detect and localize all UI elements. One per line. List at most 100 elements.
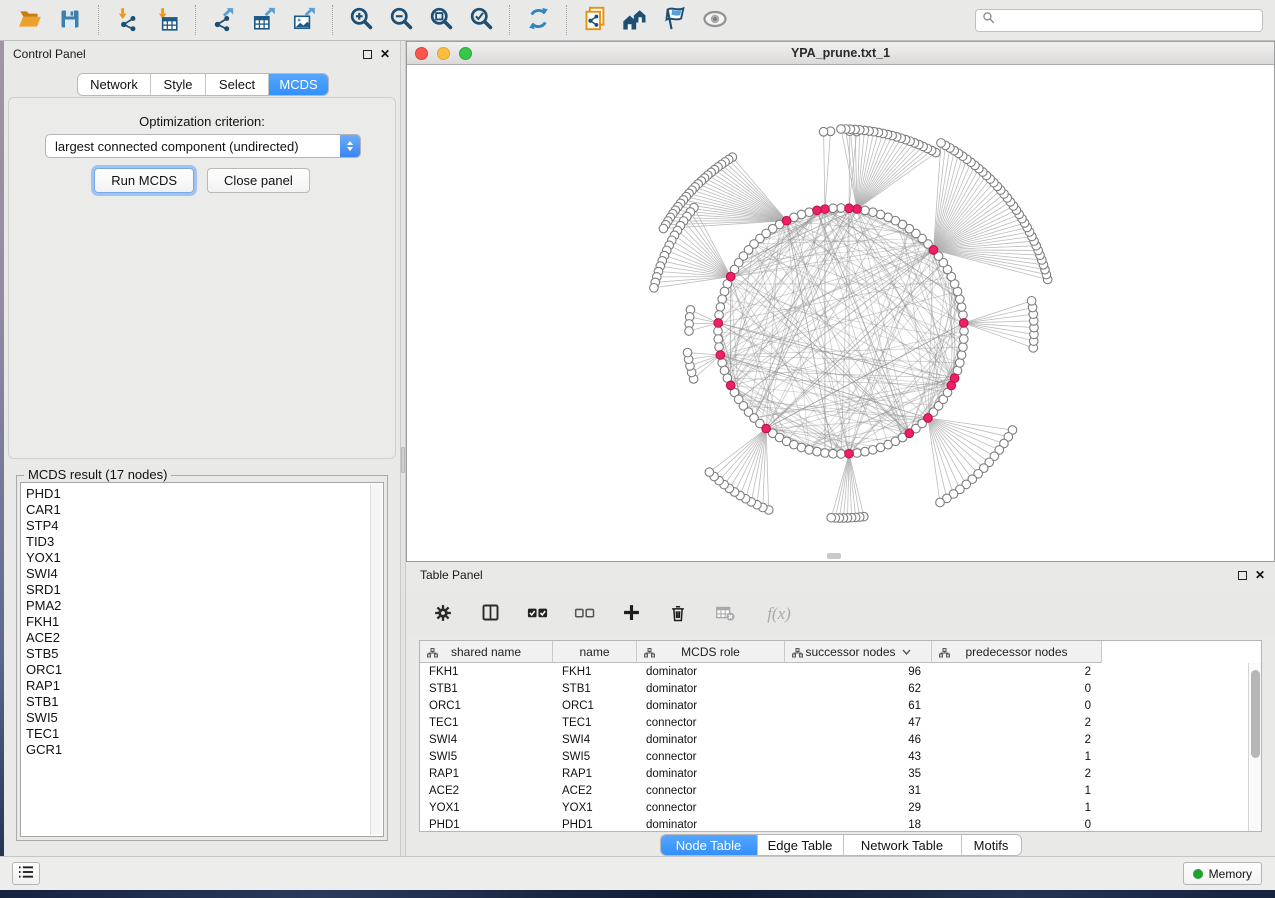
tab-network[interactable]: Network bbox=[78, 74, 151, 95]
graph-node-mcds[interactable] bbox=[845, 449, 854, 458]
hide-panels-button[interactable] bbox=[12, 862, 40, 885]
graph-node[interactable] bbox=[837, 125, 846, 134]
show-column-button[interactable] bbox=[477, 601, 503, 627]
table-cell[interactable]: FKH1 bbox=[553, 666, 637, 678]
save-session-button[interactable] bbox=[53, 3, 87, 37]
table-row[interactable]: YOX1YOX1connector291 bbox=[420, 799, 1247, 816]
graph-node-mcds[interactable] bbox=[813, 206, 822, 215]
list-scrollbar[interactable] bbox=[370, 484, 382, 835]
criterion-select[interactable]: largest connected component (undirected) bbox=[45, 134, 361, 158]
table-cell[interactable]: RAP1 bbox=[420, 768, 553, 780]
table-cell[interactable]: dominator bbox=[637, 666, 785, 678]
memory-button[interactable]: Memory bbox=[1183, 862, 1262, 885]
delete-columns-button[interactable] bbox=[665, 601, 691, 627]
create-column-button[interactable] bbox=[618, 601, 644, 627]
tab-mcds[interactable]: MCDS bbox=[269, 74, 328, 95]
table-cell[interactable]: 1 bbox=[932, 751, 1102, 763]
table-cell[interactable]: ORC1 bbox=[420, 700, 553, 712]
mcds-result-item[interactable]: TEC1 bbox=[26, 726, 383, 742]
table-cell[interactable]: 2 bbox=[932, 734, 1102, 746]
mcds-result-item[interactable]: STP4 bbox=[26, 518, 383, 534]
zoom-in-button[interactable] bbox=[344, 3, 378, 37]
search-input[interactable] bbox=[1000, 12, 1256, 28]
zoom-fit-button[interactable] bbox=[424, 3, 458, 37]
table-cell[interactable]: dominator bbox=[637, 819, 785, 831]
table-cell[interactable]: SWI4 bbox=[420, 734, 553, 746]
graph-node[interactable] bbox=[1027, 297, 1036, 306]
node-table[interactable]: shared namenameMCDS rolesuccessor nodesp… bbox=[419, 640, 1262, 832]
run-mcds-button[interactable]: Run MCDS bbox=[94, 168, 194, 193]
graph-node-mcds[interactable] bbox=[929, 246, 938, 255]
mcds-result-item[interactable]: PMA2 bbox=[26, 598, 383, 614]
zoom-out-button[interactable] bbox=[384, 3, 418, 37]
table-cell[interactable]: 1 bbox=[932, 785, 1102, 797]
mcds-result-item[interactable]: TID3 bbox=[26, 534, 383, 550]
network-canvas[interactable] bbox=[407, 65, 1274, 561]
graph-node-mcds[interactable] bbox=[782, 216, 791, 225]
graph-node[interactable] bbox=[821, 449, 830, 458]
graph-node[interactable] bbox=[805, 446, 814, 455]
table-row[interactable]: TEC1TEC1connector472 bbox=[420, 714, 1247, 731]
network-graph[interactable] bbox=[407, 65, 1274, 561]
mcds-result-list[interactable]: PHD1CAR1STP4TID3YOX1SWI4SRD1PMA2FKH1ACE2… bbox=[20, 482, 384, 837]
table-cell[interactable]: connector bbox=[637, 717, 785, 729]
table-cell[interactable]: 0 bbox=[932, 700, 1102, 712]
annotation-button[interactable] bbox=[658, 3, 692, 37]
import-network-button[interactable] bbox=[110, 3, 144, 37]
table-cell[interactable]: 0 bbox=[932, 819, 1102, 831]
table-cell[interactable]: 2 bbox=[932, 768, 1102, 780]
zoom-selected-button[interactable] bbox=[464, 3, 498, 37]
table-cell[interactable]: 2 bbox=[932, 717, 1102, 729]
table-cell[interactable]: SWI4 bbox=[553, 734, 637, 746]
mcds-result-item[interactable]: SRD1 bbox=[26, 582, 383, 598]
graph-node[interactable] bbox=[715, 311, 724, 320]
mcds-result-item[interactable]: SWI5 bbox=[26, 710, 383, 726]
graph-node-mcds[interactable] bbox=[716, 351, 725, 360]
table-row[interactable]: STB1STB1dominator620 bbox=[420, 680, 1247, 697]
table-cell[interactable]: 29 bbox=[785, 802, 932, 814]
table-cell[interactable]: 62 bbox=[785, 683, 932, 695]
graph-node-mcds[interactable] bbox=[714, 319, 723, 328]
graph-node[interactable] bbox=[957, 351, 966, 360]
column-header-successor-nodes[interactable]: successor nodes bbox=[785, 641, 932, 663]
table-cell[interactable]: 18 bbox=[785, 819, 932, 831]
tab-edge-table[interactable]: Edge Table bbox=[758, 835, 844, 855]
mcds-result-item[interactable]: ACE2 bbox=[26, 630, 383, 646]
table-row[interactable]: ACE2ACE2connector311 bbox=[420, 782, 1247, 799]
table-cell[interactable]: FKH1 bbox=[420, 666, 553, 678]
table-row[interactable]: ORC1ORC1dominator610 bbox=[420, 697, 1247, 714]
graph-node-mcds[interactable] bbox=[726, 381, 735, 390]
table-cell[interactable]: ACE2 bbox=[553, 785, 637, 797]
graph-node-mcds[interactable] bbox=[959, 319, 968, 328]
sort-indicator-icon[interactable] bbox=[902, 649, 911, 655]
import-table-button[interactable] bbox=[150, 3, 184, 37]
tab-node-table[interactable]: Node Table bbox=[661, 835, 758, 855]
delete-table-button[interactable] bbox=[712, 601, 738, 627]
splitter-grip[interactable] bbox=[401, 447, 405, 473]
tab-network-table[interactable]: Network Table bbox=[844, 835, 962, 855]
graph-node-mcds[interactable] bbox=[853, 205, 862, 214]
table-row[interactable]: FKH1FKH1dominator962 bbox=[420, 663, 1247, 680]
table-cell[interactable]: dominator bbox=[637, 700, 785, 712]
column-header-MCDS-role[interactable]: MCDS role bbox=[637, 641, 785, 663]
graph-node[interactable] bbox=[819, 127, 828, 136]
mcds-result-item[interactable]: RAP1 bbox=[26, 678, 383, 694]
table-cell[interactable]: connector bbox=[637, 751, 785, 763]
table-cell[interactable]: ACE2 bbox=[420, 785, 553, 797]
graph-node[interactable] bbox=[714, 335, 723, 344]
table-cell[interactable]: 61 bbox=[785, 700, 932, 712]
table-cell[interactable]: dominator bbox=[637, 683, 785, 695]
graph-node[interactable] bbox=[685, 327, 694, 336]
graph-node[interactable] bbox=[853, 449, 862, 458]
graph-node[interactable] bbox=[957, 303, 966, 312]
table-cell[interactable]: ORC1 bbox=[553, 700, 637, 712]
unselect-all-columns-button[interactable] bbox=[571, 601, 597, 627]
graph-node-mcds[interactable] bbox=[726, 272, 735, 281]
graph-node[interactable] bbox=[718, 295, 727, 304]
table-cell[interactable]: connector bbox=[637, 785, 785, 797]
column-header-name[interactable]: name bbox=[553, 641, 637, 663]
graph-node-mcds[interactable] bbox=[845, 204, 854, 213]
graph-node-mcds[interactable] bbox=[924, 414, 933, 423]
graph-node[interactable] bbox=[956, 359, 965, 368]
table-cell[interactable]: 31 bbox=[785, 785, 932, 797]
